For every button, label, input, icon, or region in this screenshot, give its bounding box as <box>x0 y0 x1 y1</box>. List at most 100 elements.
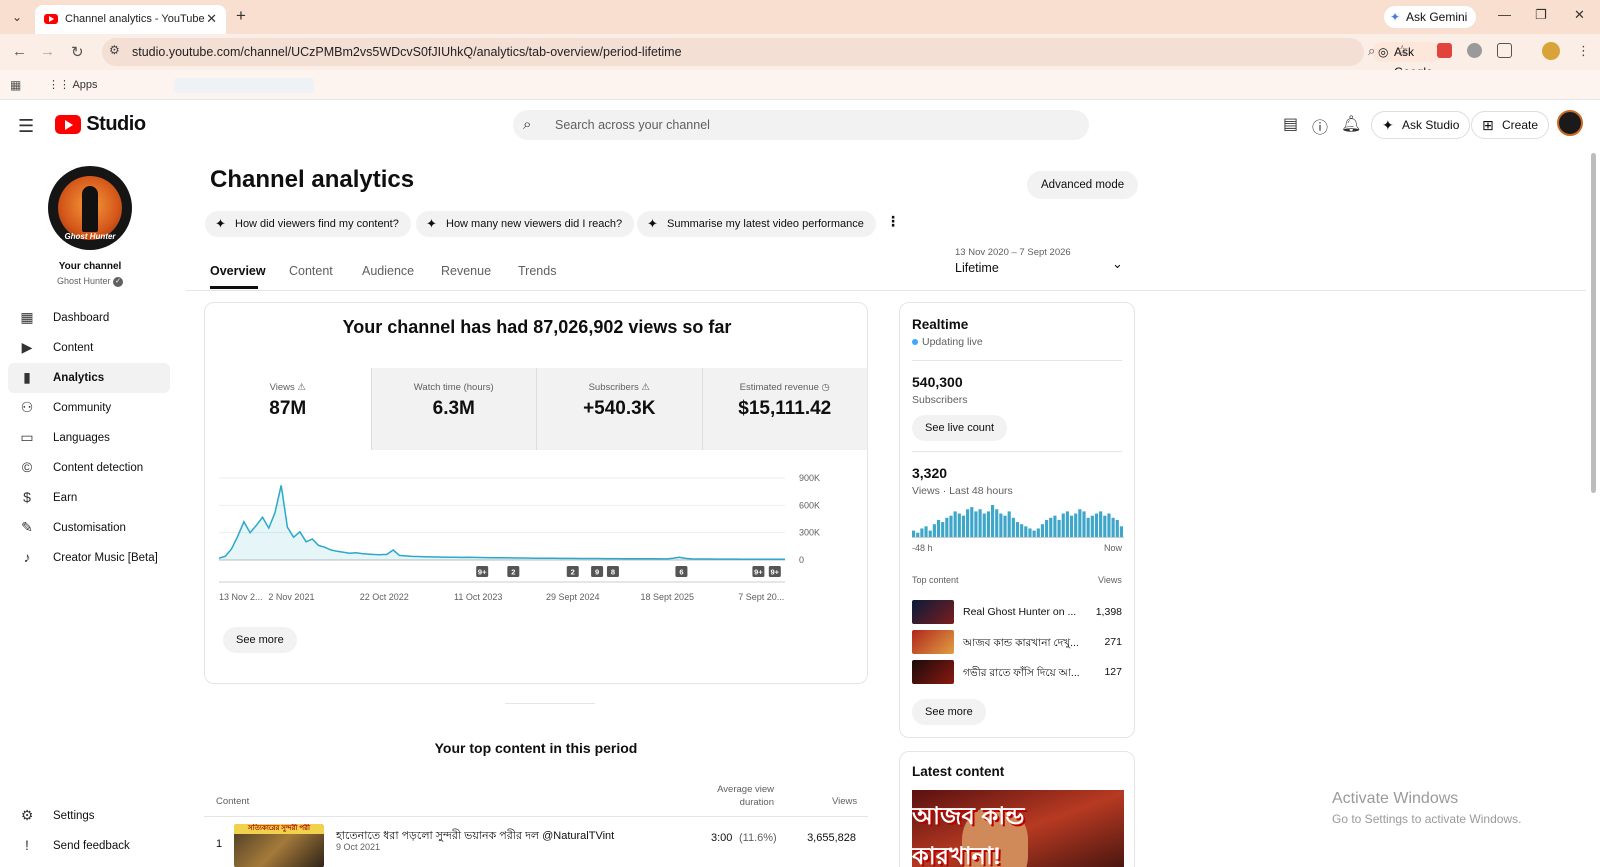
list-item[interactable]: Real Ghost Hunter on ... 1,398 <box>912 600 1122 624</box>
sidebar-item-settings[interactable]: ⚙ Settings <box>8 801 170 831</box>
annotation-marker[interactable]: 9+ <box>768 566 781 577</box>
new-tab-icon[interactable]: + <box>236 6 246 26</box>
address-bar[interactable]: ⚙ studio.youtube.com/channel/UCzPMBm2vs5… <box>102 38 1441 79</box>
menu-icon[interactable]: ☰ <box>18 116 34 137</box>
subtitles-icon[interactable]: ▤ <box>1283 114 1298 134</box>
sidebar-item-content[interactable]: ▶ Content <box>8 333 170 363</box>
annotation-marker[interactable]: 9 <box>591 566 604 577</box>
metric-label-text: Estimated revenue <box>739 382 819 393</box>
tab-content[interactable]: Content <box>289 264 333 278</box>
account-avatar[interactable] <box>1557 110 1583 136</box>
content-icon: ▶ <box>21 339 33 355</box>
advanced-mode-button[interactable]: Advanced mode <box>1027 171 1139 199</box>
sparkle-icon: ✦ <box>215 216 226 231</box>
latest-content-card: Latest content আজব কান্ড কারখানা! <box>899 751 1135 867</box>
annotation-marker[interactable]: 8 <box>606 566 619 577</box>
studio-logo[interactable]: Studio <box>55 113 146 136</box>
annotation-marker[interactable]: 2 <box>507 566 520 577</box>
page-scrollbar[interactable] <box>1591 153 1596 493</box>
bookmark-star-icon[interactable]: ☆ <box>1396 42 1409 59</box>
warning-icon: ⚠ <box>641 382 650 393</box>
zoom-icon[interactable]: ⌕ <box>1368 43 1375 59</box>
annotation-marker[interactable]: 2 <box>566 566 579 577</box>
sidebar-item-dashboard[interactable]: ▦ Dashboard <box>8 303 170 333</box>
metric-revenue[interactable]: Estimated revenue ◷ $15,111.42 <box>701 368 867 450</box>
create-button[interactable]: ⊞ Create <box>1471 111 1550 139</box>
sidebar-item-creator-music[interactable]: ♪ Creator Music [Beta] <box>8 543 170 573</box>
avatar-figure <box>82 186 98 232</box>
site-settings-icon[interactable]: ⚙ <box>109 43 120 57</box>
notifications-icon[interactable]: 🔔︎ <box>1341 114 1361 134</box>
channel-avatar[interactable]: Ghost Hunter <box>48 166 132 250</box>
views-chart-svg: 900K 600K 300K 0 9+ 2 2 9 8 6 9+ 9+ 13 Nov 2... 2 Nov… <box>218 473 820 602</box>
see-live-count-button[interactable]: See live count <box>912 415 1008 441</box>
table-row[interactable]: 1 সত্যিকারের সুন্দরী পরী হাতেনাতে ধরা পড… <box>204 822 868 867</box>
annotation-marker[interactable]: 6 <box>675 566 688 577</box>
close-window-icon[interactable]: ✕ <box>1574 7 1585 23</box>
x-tick-label: 11 Oct 2023 <box>454 592 502 602</box>
sidebar-item-customisation[interactable]: ✎ Customisation <box>8 513 170 543</box>
browser-profile-avatar[interactable] <box>1542 42 1560 60</box>
browser-tab[interactable]: Channel analytics - YouTube Studio ✕ <box>35 5 226 34</box>
browser-menu-icon[interactable]: ⋮ <box>1577 43 1590 59</box>
metric-views[interactable]: Views ⚠ 87M <box>205 368 371 450</box>
svg-text:9+: 9+ <box>478 568 487 577</box>
suggestion-chip[interactable]: ✦ Summarise my latest video performance <box>637 211 876 237</box>
sparkle-icon: ✦ <box>1382 117 1394 133</box>
video-thumbnail[interactable]: সত্যিকারের সুন্দরী পরী <box>234 824 324 867</box>
realtime-bar <box>990 505 995 537</box>
tab-search-icon[interactable]: ⌄ <box>8 8 26 26</box>
forward-icon[interactable]: → <box>40 43 55 60</box>
ask-gemini-button[interactable]: ✦ Ask Gemini <box>1384 6 1477 28</box>
extension-gray-icon[interactable] <box>1467 43 1482 58</box>
annotation-marker[interactable]: 9+ <box>476 566 489 577</box>
back-icon[interactable]: ← <box>12 43 27 60</box>
ask-studio-button[interactable]: ✦ Ask Studio <box>1371 111 1471 139</box>
extension-red-icon[interactable] <box>1437 43 1452 58</box>
list-item[interactable]: আজব কান্ড কারখানা দেখু... 271 <box>912 630 1122 654</box>
date-range-picker[interactable]: 13 Nov 2020 – 7 Sept 2026 Lifetime ⌄ <box>955 247 1123 275</box>
video-date: 9 Oct 2021 <box>336 842 381 852</box>
metric-watch-time[interactable]: Watch time (hours) 6.3M <box>370 368 536 450</box>
see-more-button[interactable]: See more <box>223 627 297 653</box>
sidebar-item-languages[interactable]: ▭ Languages <box>8 423 170 453</box>
more-options-icon[interactable]: ⋮ <box>886 213 900 230</box>
avatar-caption: Ghost Hunter <box>64 232 116 241</box>
sidebar-item-community[interactable]: ⚇ Community <box>8 393 170 423</box>
extensions-puzzle-icon[interactable] <box>1497 43 1512 58</box>
see-more-button[interactable]: See more <box>912 699 986 725</box>
realtime-bar <box>1015 522 1020 537</box>
tab-trends[interactable]: Trends <box>518 264 556 278</box>
video-title: গভীর রাতে ফাঁসি দিয়ে আ... <box>963 667 1080 679</box>
annotation-marker[interactable]: 9+ <box>752 566 765 577</box>
sidebar-toggle-icon[interactable]: ▦ <box>10 78 21 92</box>
restore-icon[interactable]: ❐ <box>1535 7 1547 23</box>
sidebar-item-analytics[interactable]: ▮ Analytics <box>8 363 170 393</box>
metric-subscribers[interactable]: Subscribers ⚠ +540.3K <box>536 368 702 450</box>
close-tab-icon[interactable]: ✕ <box>206 11 217 27</box>
reload-icon[interactable]: ↻ <box>71 43 84 61</box>
languages-icon: ▭ <box>20 429 34 445</box>
realtime-bar <box>986 511 990 537</box>
minimize-icon[interactable]: — <box>1498 7 1511 22</box>
realtime-bar <box>1103 515 1107 537</box>
bookmarks-bar: ▦ ⋮⋮ Apps <box>0 70 1600 100</box>
suggestion-chip[interactable]: ✦ How many new viewers did I reach? <box>416 211 635 237</box>
suggestion-chip[interactable]: ✦ How did viewers find my content? <box>205 211 411 237</box>
community-icon: ⚇ <box>20 399 34 415</box>
tab-audience[interactable]: Audience <box>362 264 414 278</box>
sidebar-item-content-detection[interactable]: © Content detection <box>8 453 170 483</box>
realtime-bar <box>1090 515 1094 537</box>
tab-overview[interactable]: Overview <box>210 264 266 278</box>
list-item[interactable]: গভীর রাতে ফাঁসি দিয়ে আ... 127 <box>912 660 1122 684</box>
sidebar-item-earn[interactable]: $ Earn <box>8 483 170 513</box>
latest-video-thumbnail[interactable]: আজব কান্ড কারখানা! <box>912 790 1124 867</box>
apps-bookmark[interactable]: ⋮⋮ Apps <box>48 78 98 91</box>
realtime-bar <box>1111 517 1115 537</box>
channel-search[interactable]: ⌕ Search across your channel <box>513 110 1089 140</box>
help-icon[interactable]: ⓘ <box>1312 114 1328 138</box>
search-input[interactable]: Search across your channel <box>555 118 710 132</box>
sidebar-item-feedback[interactable]: ! Send feedback <box>8 831 170 861</box>
video-thumbnail <box>912 600 954 624</box>
tab-revenue[interactable]: Revenue <box>441 264 491 278</box>
